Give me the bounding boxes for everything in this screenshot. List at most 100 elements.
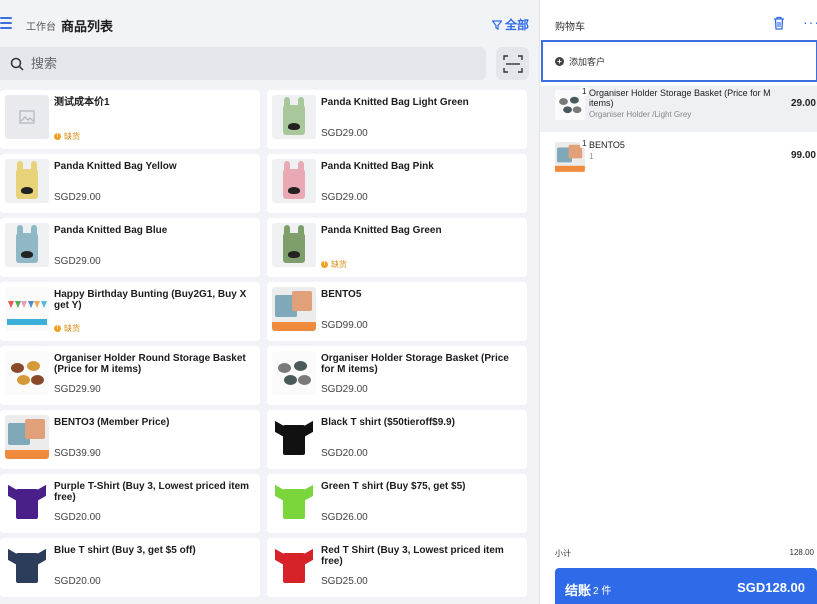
breadcrumb[interactable]: 工作台 bbox=[26, 18, 56, 33]
cart-item-qty: 1 bbox=[580, 87, 589, 96]
warning-icon: ! bbox=[54, 133, 61, 140]
product-card[interactable]: Black T shirt ($50tieroff$9.9) SGD20.00 bbox=[267, 410, 527, 469]
product-thumbnail bbox=[5, 415, 49, 459]
checkout-button[interactable]: 结账 2 件 SGD128.00 bbox=[555, 568, 817, 604]
trash-icon[interactable] bbox=[772, 16, 786, 30]
product-thumbnail bbox=[272, 479, 316, 523]
product-card[interactable]: Panda Knitted Bag Yellow SGD29.00 bbox=[0, 154, 260, 213]
cart-item[interactable]: 1 BENTO5 1 99.00 bbox=[540, 138, 817, 184]
product-name: Green T shirt (Buy $75, get $5) bbox=[321, 481, 466, 492]
product-name: Blue T shirt (Buy 3, get $5 off) bbox=[54, 545, 196, 556]
product-thumbnail bbox=[5, 479, 49, 523]
product-card[interactable]: BENTO3 (Member Price) SGD39.90 bbox=[0, 410, 260, 469]
checkout-label: 结账 bbox=[565, 583, 592, 598]
product-card[interactable]: Green T shirt (Buy $75, get $5) SGD26.00 bbox=[267, 474, 527, 533]
product-name: Organiser Holder Round Storage Basket (P… bbox=[54, 353, 246, 375]
warning-icon: ! bbox=[321, 261, 328, 268]
product-thumbnail bbox=[272, 287, 316, 331]
product-card[interactable]: Purple T-Shirt (Buy 3, Lowest priced ite… bbox=[0, 474, 260, 533]
add-customer-button[interactable]: + 添加客户 bbox=[541, 40, 817, 82]
out-of-stock-label: 缺货 bbox=[64, 324, 80, 333]
cart-item-name: Organiser Holder Storage Basket (Price f… bbox=[589, 88, 771, 108]
product-price: SGD29.00 bbox=[54, 256, 101, 267]
product-name: Panda Knitted Bag Green bbox=[321, 225, 442, 236]
barcode-scan-icon bbox=[502, 54, 523, 73]
product-name: Red T Shirt (Buy 3, Lowest priced item f… bbox=[321, 545, 504, 567]
scan-button[interactable] bbox=[496, 47, 529, 80]
product-price: SGD26.00 bbox=[321, 512, 368, 523]
cart-item[interactable]: 1 Organiser Holder Storage Basket (Price … bbox=[540, 86, 817, 132]
product-name: Panda Knitted Bag Pink bbox=[321, 161, 434, 172]
add-customer-label: 添加客户 bbox=[569, 56, 606, 67]
product-card[interactable]: Happy Birthday Bunting (Buy2G1, Buy X ge… bbox=[0, 282, 260, 341]
product-card[interactable]: Organiser Holder Round Storage Basket (P… bbox=[0, 346, 260, 405]
search-icon bbox=[10, 57, 24, 71]
product-price: SGD25.00 bbox=[321, 576, 368, 587]
product-card[interactable]: Red T Shirt (Buy 3, Lowest priced item f… bbox=[267, 538, 527, 597]
product-card[interactable]: Panda Knitted Bag Blue SGD29.00 bbox=[0, 218, 260, 277]
product-name: Purple T-Shirt (Buy 3, Lowest priced ite… bbox=[54, 481, 250, 503]
product-name: Panda Knitted Bag Blue bbox=[54, 225, 168, 236]
cart-pane: 购物车 ··· + 添加客户 1Organiser Holder Storage… bbox=[539, 0, 817, 604]
product-thumbnail bbox=[5, 287, 49, 331]
product-card[interactable]: BENTO5 SGD99.00 bbox=[267, 282, 527, 341]
cart-item-price: 99.00 bbox=[790, 150, 816, 161]
more-options-icon[interactable]: ··· bbox=[803, 14, 817, 30]
out-of-stock-label: 缺货 bbox=[64, 132, 80, 141]
filter-icon bbox=[491, 19, 502, 30]
checkout-amount: SGD128.00 bbox=[737, 580, 805, 595]
product-thumbnail bbox=[272, 159, 316, 203]
search-bar[interactable] bbox=[0, 47, 486, 80]
product-name: Panda Knitted Bag Light Green bbox=[321, 97, 469, 108]
cart-item-qty: 1 bbox=[580, 139, 589, 148]
cart-title: 购物车 bbox=[555, 22, 585, 33]
product-thumbnail bbox=[272, 351, 316, 395]
product-thumbnail bbox=[272, 415, 316, 459]
menu-icon[interactable] bbox=[0, 17, 12, 29]
product-price: SGD29.90 bbox=[54, 384, 101, 395]
product-card[interactable]: Blue T shirt (Buy 3, get $5 off) SGD20.00 bbox=[0, 538, 260, 597]
product-price: SGD29.00 bbox=[321, 384, 368, 395]
product-price: SGD20.00 bbox=[321, 448, 368, 459]
product-thumbnail bbox=[5, 159, 49, 203]
cart-item-variant: Organiser Holder /Light Grey bbox=[589, 110, 692, 119]
top-bar: 工作台 商品列表 全部 bbox=[0, 0, 539, 46]
product-thumbnail bbox=[5, 223, 49, 267]
out-of-stock-label: 缺货 bbox=[331, 260, 347, 269]
page-title: 商品列表 bbox=[61, 19, 114, 34]
product-price: SGD29.00 bbox=[321, 128, 368, 139]
product-name: Organiser Holder Storage Basket (Price f… bbox=[321, 353, 509, 375]
product-name: BENTO3 (Member Price) bbox=[54, 417, 170, 428]
product-thumbnail bbox=[5, 351, 49, 395]
subtotal-label: 小计 bbox=[555, 549, 571, 558]
product-card[interactable]: 测试成本价1! 缺货 bbox=[0, 90, 260, 149]
product-thumbnail bbox=[272, 95, 316, 139]
product-thumbnail bbox=[272, 543, 316, 587]
product-card[interactable]: Panda Knitted Bag Pink SGD29.00 bbox=[267, 154, 527, 213]
product-name: 测试成本价1 bbox=[54, 97, 110, 108]
product-name: Black T shirt ($50tieroff$9.9) bbox=[321, 417, 455, 428]
product-thumbnail bbox=[272, 223, 316, 267]
product-price: SGD99.00 bbox=[321, 320, 368, 331]
out-of-stock-badge: ! 缺货 bbox=[321, 259, 347, 270]
product-card[interactable]: Panda Knitted Bag Light Green SGD29.00 bbox=[267, 90, 527, 149]
product-price: SGD29.00 bbox=[321, 192, 368, 203]
product-name: BENTO5 bbox=[321, 289, 362, 300]
product-name: Panda Knitted Bag Yellow bbox=[54, 161, 177, 172]
product-card[interactable]: Panda Knitted Bag Green! 缺货 bbox=[267, 218, 527, 277]
product-price: SGD39.90 bbox=[54, 448, 101, 459]
product-name: Happy Birthday Bunting (Buy2G1, Buy X ge… bbox=[54, 289, 247, 311]
product-card[interactable]: Organiser Holder Storage Basket (Price f… bbox=[267, 346, 527, 405]
subtotal-value: 128.00 bbox=[789, 548, 814, 557]
product-thumbnail bbox=[5, 543, 49, 587]
filter-button[interactable]: 全部 bbox=[491, 16, 529, 33]
product-price: SGD29.00 bbox=[54, 192, 101, 203]
product-pane: 工作台 商品列表 全部 测试成本价1!缺货Panda Knitted Bag L… bbox=[0, 0, 539, 604]
cart-item-variant: 1 bbox=[589, 152, 594, 161]
product-thumbnail bbox=[5, 95, 49, 139]
add-icon: + bbox=[555, 56, 564, 66]
out-of-stock-badge: ! 缺货 bbox=[54, 131, 80, 142]
cart-item-price: 29.00 bbox=[790, 98, 816, 109]
search-input[interactable] bbox=[31, 56, 451, 71]
checkout-item-count: 2 件 bbox=[593, 586, 612, 597]
